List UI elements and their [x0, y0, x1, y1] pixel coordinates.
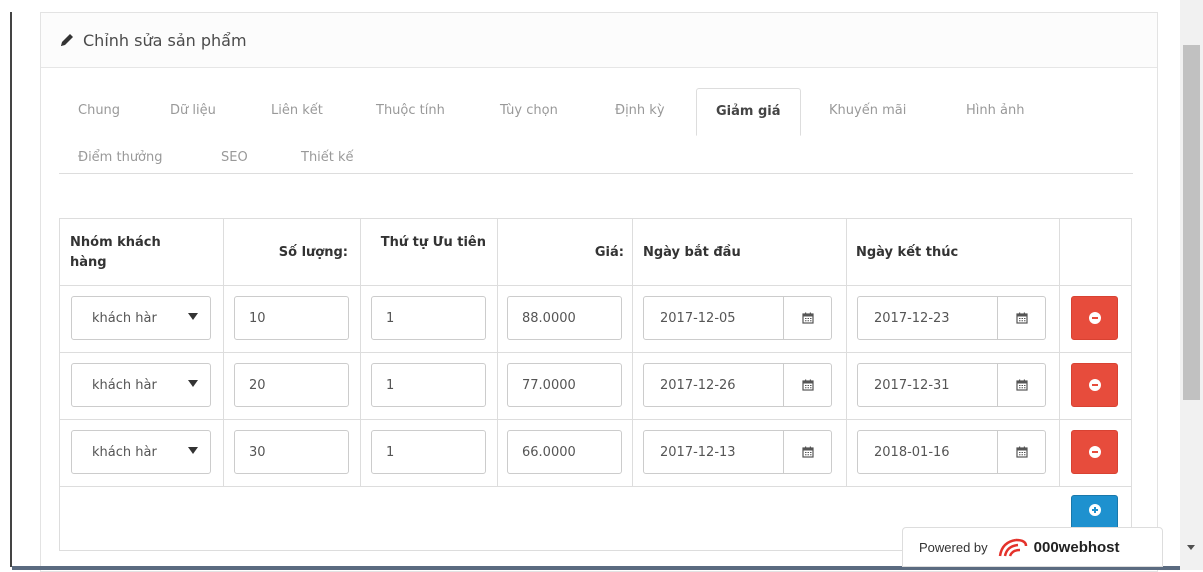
- minus-circle-icon: [1088, 312, 1101, 324]
- calendar-icon: [801, 379, 814, 391]
- scrollbar-thumb[interactable]: [1183, 45, 1200, 400]
- calendar-button[interactable]: [783, 363, 832, 407]
- tab-reward-points[interactable]: Điểm thưởng: [59, 138, 182, 178]
- tab-special[interactable]: Khuyến mãi: [810, 91, 925, 131]
- customer-group-value: khách hàr: [92, 377, 157, 393]
- powered-by-text: Powered by: [919, 539, 988, 555]
- tab-data[interactable]: Dữ liệu: [151, 91, 235, 131]
- calendar-button[interactable]: [997, 296, 1046, 340]
- calendar-icon: [801, 312, 814, 324]
- chevron-down-icon: [188, 447, 198, 454]
- header-quantity: Số lượng:: [278, 245, 348, 260]
- header-priority: Thứ tự Ưu tiên: [380, 235, 486, 250]
- header-customer-group: Nhóm khách hàng: [70, 235, 161, 270]
- calendar-icon: [801, 446, 814, 458]
- date-start-field: 2017-12-05: [643, 296, 832, 340]
- header-price: Giá:: [594, 245, 624, 260]
- left-gutter: [0, 0, 10, 570]
- tab-recurring[interactable]: Định kỳ: [596, 91, 684, 131]
- date-start-field: 2017-12-13: [643, 430, 832, 474]
- price-input[interactable]: 66.0000: [507, 430, 622, 474]
- calendar-button[interactable]: [997, 363, 1046, 407]
- calendar-button[interactable]: [997, 430, 1046, 474]
- tab-attributes[interactable]: Thuộc tính: [357, 91, 464, 131]
- 000webhost-logo-icon: [998, 538, 1027, 557]
- chevron-down-icon: [188, 313, 198, 320]
- date-start-input[interactable]: 2017-12-13: [643, 430, 784, 474]
- scroll-down-arrow-icon[interactable]: [1187, 545, 1195, 550]
- customer-group-select[interactable]: khách hàr: [71, 430, 211, 474]
- plus-circle-icon: [1088, 504, 1101, 516]
- date-end-input[interactable]: 2018-01-16: [857, 430, 998, 474]
- date-end-input[interactable]: 2017-12-23: [857, 296, 998, 340]
- calendar-button[interactable]: [783, 296, 832, 340]
- priority-input[interactable]: 1: [371, 296, 486, 340]
- date-end-field: 2017-12-23: [857, 296, 1046, 340]
- tab-bar: Chung Dữ liệu Liên kết Thuộc tính Tùy ch…: [59, 76, 1133, 174]
- priority-input[interactable]: 1: [371, 430, 486, 474]
- calendar-icon: [1015, 312, 1028, 324]
- minus-circle-icon: [1088, 446, 1101, 458]
- priority-input[interactable]: 1: [371, 363, 486, 407]
- calendar-icon: [1015, 379, 1028, 391]
- date-start-field: 2017-12-26: [643, 363, 832, 407]
- header-date-start: Ngày bắt đầu: [643, 245, 741, 260]
- page-title: Chỉnh sửa sản phẩm: [83, 30, 247, 50]
- tab-links[interactable]: Liên kết: [252, 91, 342, 131]
- customer-group-select[interactable]: khách hàr: [71, 363, 211, 407]
- tab-options[interactable]: Tùy chọn: [481, 91, 577, 131]
- tab-general[interactable]: Chung: [59, 91, 139, 131]
- date-end-field: 2018-01-16: [857, 430, 1046, 474]
- date-start-input[interactable]: 2017-12-05: [643, 296, 784, 340]
- powered-by-brand: 000webhost: [1033, 538, 1120, 556]
- customer-group-value: khách hàr: [92, 444, 157, 460]
- price-input[interactable]: 88.0000: [507, 296, 622, 340]
- date-end-field: 2017-12-31: [857, 363, 1046, 407]
- remove-discount-button[interactable]: [1071, 296, 1118, 340]
- customer-group-select[interactable]: khách hàr: [71, 296, 211, 340]
- header-date-end: Ngày kết thúc: [856, 245, 959, 260]
- powered-by-badge[interactable]: Powered by 000webhost: [902, 527, 1163, 567]
- pencil-icon: [61, 34, 73, 46]
- price-input[interactable]: 77.0000: [507, 363, 622, 407]
- remove-discount-button[interactable]: [1071, 430, 1118, 474]
- minus-circle-icon: [1088, 379, 1101, 391]
- calendar-button[interactable]: [783, 430, 832, 474]
- date-start-input[interactable]: 2017-12-26: [643, 363, 784, 407]
- quantity-input[interactable]: 30: [234, 430, 349, 474]
- tab-design[interactable]: Thiết kế: [282, 138, 373, 178]
- remove-discount-button[interactable]: [1071, 363, 1118, 407]
- date-end-input[interactable]: 2017-12-31: [857, 363, 998, 407]
- chevron-down-icon: [188, 380, 198, 387]
- calendar-icon: [1015, 446, 1028, 458]
- customer-group-value: khách hàr: [92, 310, 157, 326]
- tab-seo[interactable]: SEO: [202, 138, 267, 178]
- quantity-input[interactable]: 20: [234, 363, 349, 407]
- tab-discount[interactable]: Giảm giá: [696, 88, 801, 136]
- left-border: [10, 12, 12, 567]
- panel-heading: Chỉnh sửa sản phẩm: [41, 13, 1157, 68]
- quantity-input[interactable]: 10: [234, 296, 349, 340]
- tab-image[interactable]: Hình ảnh: [947, 91, 1043, 131]
